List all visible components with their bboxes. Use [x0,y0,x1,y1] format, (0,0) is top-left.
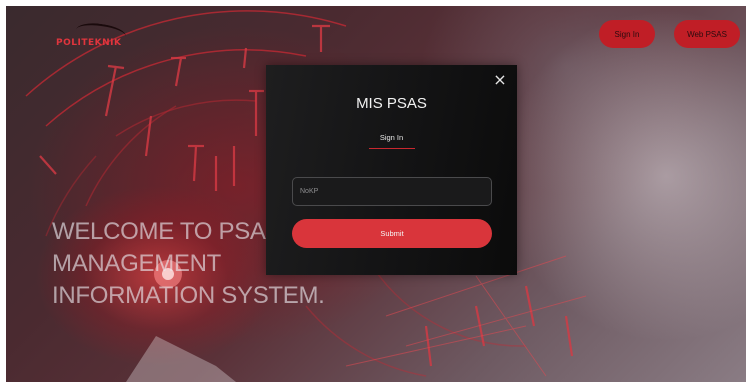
submit-button[interactable]: Submit [292,219,492,248]
politeknik-logo[interactable]: POLITEKNIK [56,20,128,56]
modal-title: MIS PSAS [356,95,427,112]
sign-in-modal: × MIS PSAS Sign In Submit [266,65,517,275]
nokp-input[interactable] [292,177,492,206]
hero-line-3: INFORMATION SYSTEM. [52,282,325,309]
logo-text: POLITEKNIK [56,38,122,48]
tab-active-underline [368,148,415,149]
nav-sign-in-button[interactable]: Sign In [599,20,655,48]
nav-web-psas-button[interactable]: Web PSAS [674,20,740,48]
close-icon[interactable]: × [493,72,507,88]
tab-sign-in-label: Sign In [379,133,404,142]
tab-sign-in[interactable]: Sign In [368,133,415,149]
login-page: POLITEKNIK Sign In Web PSAS WELCOME TO P… [6,6,746,382]
